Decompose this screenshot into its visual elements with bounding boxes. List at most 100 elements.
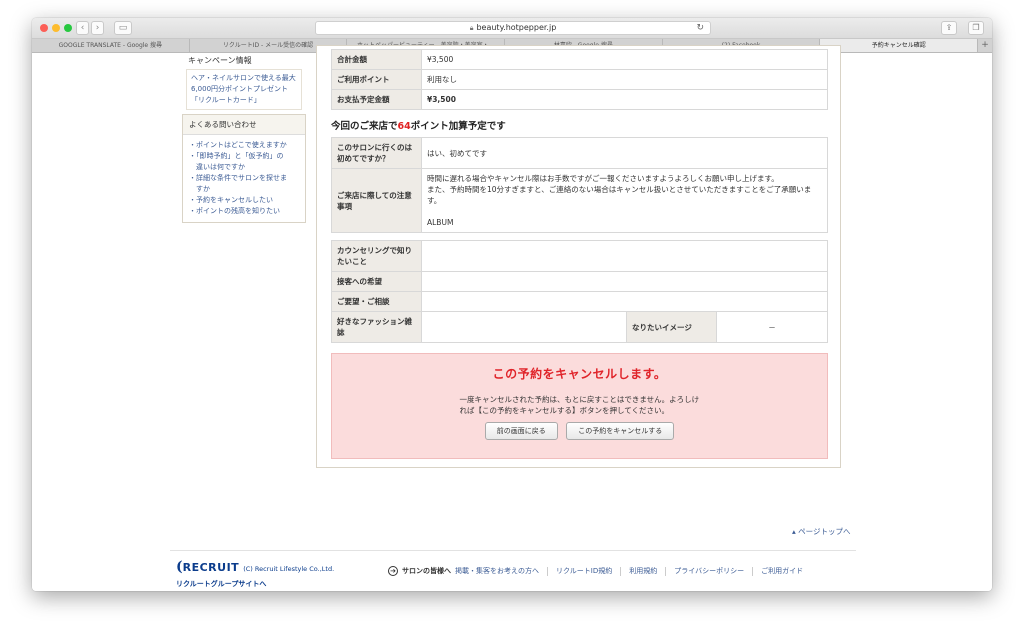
magazine-value — [421, 311, 627, 343]
magazine-label: 好きなファッション雑誌 — [331, 311, 422, 343]
back-button[interactable]: 前の画面に戻る — [484, 422, 558, 440]
footer-link-privacy[interactable]: プライバシーポリシー — [674, 566, 744, 576]
table-row: このサロンに行くのは初めてですか？ はい、初めてです — [331, 137, 828, 169]
notes-line-2: また、予約時間を10分すぎますと、ご連絡のない場合はキャンセル扱いとさせていただ… — [427, 185, 812, 205]
browser-window: ‹ › ▭ 🔒︎ beauty.hotpepper.jp ↻ ⇪ ❐ GOOGLE… — [32, 18, 992, 591]
wishes-value — [421, 291, 828, 312]
copyright-text: (C) Recruit Lifestyle Co.,Ltd. — [243, 565, 335, 573]
service-label: 接客への希望 — [331, 271, 422, 292]
counseling-value — [421, 240, 828, 272]
title-bar: ‹ › ▭ 🔒︎ beauty.hotpepper.jp ↻ ⇪ ❐ — [32, 18, 992, 39]
payment-value: ¥3,500 — [421, 89, 828, 110]
footer-links: ➔ サロンの皆様へ 掲載・集客をお考えの方へ リクルートID規約 利用規約 プラ… — [388, 566, 803, 576]
new-tab-button[interactable]: + — [978, 39, 992, 52]
campaign-link[interactable]: ヘア・ネイルサロンで使える最大6,000円分ポイントプレゼント「リクルートカード… — [191, 73, 297, 106]
cancel-reservation-button[interactable]: この予約をキャンセルする — [566, 422, 675, 440]
notes-value: 時間に遅れる場合やキャンセル際はお手数ですがご一報くださいますようよろしくお願い… — [421, 168, 828, 233]
cancel-description: 一度キャンセルされた予約は、もとに戻すことはできません。よろしければ【この予約を… — [459, 395, 700, 415]
footer-link-listing[interactable]: 掲載・集客をお考えの方へ — [455, 566, 539, 576]
sidebar: キャンペーン情報 ヘア・ネイルサロンで使える最大6,000円分ポイントプレゼント… — [182, 54, 306, 230]
footer-link-recruit-id-terms[interactable]: リクルートID規約 — [556, 566, 612, 576]
page-content: キャンペーン情報 ヘア・ネイルサロンで使える最大6,000円分ポイントプレゼント… — [32, 45, 992, 591]
table-row: ご来店に際しての注意事項 時間に遅れる場合やキャンセル際はお手数ですがご一報くだ… — [331, 168, 828, 233]
zoom-window-button[interactable] — [64, 24, 72, 32]
table-row: カウンセリングで知りたいこと — [331, 240, 828, 272]
wishes-label: ご要望・ご相談 — [331, 291, 422, 312]
total-value: ¥3,500 — [421, 49, 828, 70]
faq-list: ・ポイントはどこで使えますか ・「即時予約」と「仮予約」の 違いは何ですか ・詳… — [183, 135, 305, 222]
tab-cancel-confirm[interactable]: 予約キャンセル確認 — [820, 39, 979, 52]
table-row: 接客への希望 — [331, 271, 828, 292]
faq-link-instant-vs-tentative[interactable]: ・「即時予約」と「仮予約」の — [189, 151, 299, 162]
cancel-title: この予約をキャンセルします。 — [492, 367, 667, 381]
url-text: beauty.hotpepper.jp — [476, 23, 557, 32]
recruit-logo-text: RECRUIT — [182, 561, 240, 574]
back-icon[interactable]: ‹ — [76, 21, 89, 35]
notes-line-1: 時間に遅れる場合やキャンセル際はお手数ですがご一報くださいますようよろしくお願い… — [427, 174, 779, 183]
footer-link-terms[interactable]: 利用規約 — [629, 566, 657, 576]
faq-link-instant-vs-tentative-cont[interactable]: 違いは何ですか — [189, 162, 299, 173]
sidebar-toggle-icon[interactable]: ▭ — [114, 21, 132, 35]
first-visit-value: はい、初めてです — [421, 137, 828, 169]
points-used-value: 利用なし — [421, 69, 828, 90]
table-row: 好きなファッション雑誌 なりたいイメージ － — [331, 311, 828, 343]
campaign-banner: ヘア・ネイルサロンで使える最大6,000円分ポイントプレゼント「リクルートカード… — [186, 69, 302, 110]
lock-icon: 🔒︎ — [469, 24, 474, 32]
payment-label: お支払予定金額 — [331, 89, 422, 110]
points-used-label: ご利用ポイント — [331, 69, 422, 90]
salon-label: サロンの皆様へ — [402, 567, 451, 575]
arrow-right-icon: ➔ — [388, 566, 398, 576]
faq-link-search-conditions-cont[interactable]: すか — [189, 184, 299, 195]
recruit-logo-mark: ( — [176, 559, 183, 575]
counseling-label: カウンセリングで知りたいこと — [331, 240, 422, 272]
image-label: なりたいイメージ — [626, 311, 717, 343]
campaign-box: キャンペーン情報 ヘア・ネイルサロンで使える最大6,000円分ポイントプレゼント… — [182, 54, 306, 110]
faq-box: よくある問い合わせ ・ポイントはどこで使えますか ・「即時予約」と「仮予約」の … — [182, 114, 306, 223]
reload-icon[interactable]: ↻ — [696, 22, 704, 34]
tab-overview-icon[interactable]: ❐ — [968, 21, 984, 35]
summary-table: 合計金額 ¥3,500 ご利用ポイント 利用なし お支払予定金額 ¥3,500 — [331, 49, 828, 110]
page-top-label: ページトップへ — [798, 527, 851, 536]
recruit-logo[interactable]: (RECRUIT (C) Recruit Lifestyle Co.,Ltd. — [176, 559, 334, 575]
cancel-confirm-box: この予約をキャンセルします。 一度キャンセルされた予約は、もとに戻すことはできま… — [331, 353, 828, 459]
requests-table: カウンセリングで知りたいこと 接客への希望 ご要望・ご相談 好きなファッション雑… — [331, 240, 828, 343]
caret-up-icon: ▴ — [792, 527, 796, 536]
notes-line-3: ALBUM — [427, 218, 454, 227]
minimize-window-button[interactable] — [52, 24, 60, 32]
service-value — [421, 271, 828, 292]
forward-icon[interactable]: › — [91, 21, 104, 35]
close-window-button[interactable] — [40, 24, 48, 32]
points-number: 64 — [397, 121, 411, 132]
page-top-link[interactable]: ▴ ページトップへ — [792, 526, 851, 537]
table-row: お支払予定金額 ¥3,500 — [331, 89, 828, 110]
points-heading: 今回のご来店で64ポイント加算予定です — [331, 118, 828, 132]
main-panel: 合計金額 ¥3,500 ご利用ポイント 利用なし お支払予定金額 ¥3,500 … — [316, 45, 841, 468]
total-label: 合計金額 — [331, 49, 422, 70]
recruit-group-link[interactable]: リクルートグループサイトへ — [176, 579, 266, 589]
faq-link-cancel-reservation[interactable]: ・予約をキャンセルしたい — [189, 195, 299, 206]
table-row: ご利用ポイント 利用なし — [331, 69, 828, 90]
footer-separator — [620, 566, 622, 576]
footer-separator — [547, 566, 548, 576]
visit-table: このサロンに行くのは初めてですか？ はい、初めてです ご来店に際しての注意事項 … — [331, 137, 828, 233]
points-suffix: ポイント加算予定です — [410, 121, 506, 132]
table-row: ご要望・ご相談 — [331, 291, 828, 312]
campaign-title: キャンペーン情報 — [188, 56, 252, 65]
share-icon[interactable]: ⇪ — [941, 21, 957, 35]
points-prefix: 今回のご来店で — [331, 121, 398, 132]
address-bar[interactable]: 🔒︎ beauty.hotpepper.jp ↻ — [315, 21, 711, 35]
cancel-button-row: 前の画面に戻る この予約をキャンセルする — [332, 422, 827, 440]
footer-link-guide[interactable]: ご利用ガイド — [761, 566, 803, 576]
tab-google-translate[interactable]: GOOGLE TRANSLATE - Google 搜尋 — [32, 39, 190, 52]
footer-separator — [752, 566, 754, 576]
notes-label: ご来店に際しての注意事項 — [331, 168, 422, 233]
faq-link-search-conditions[interactable]: ・詳細な条件でサロンを探せま — [189, 173, 299, 184]
table-row: 合計金額 ¥3,500 — [331, 49, 828, 70]
first-visit-label: このサロンに行くのは初めてですか？ — [331, 137, 422, 169]
faq-title: よくある問い合わせ — [183, 115, 305, 135]
faq-link-points-where[interactable]: ・ポイントはどこで使えますか — [189, 140, 299, 151]
footer-divider — [170, 550, 856, 551]
faq-link-point-balance[interactable]: ・ポイントの残高を知りたい — [189, 206, 299, 217]
image-value: － — [716, 311, 828, 343]
footer-separator — [665, 566, 667, 576]
